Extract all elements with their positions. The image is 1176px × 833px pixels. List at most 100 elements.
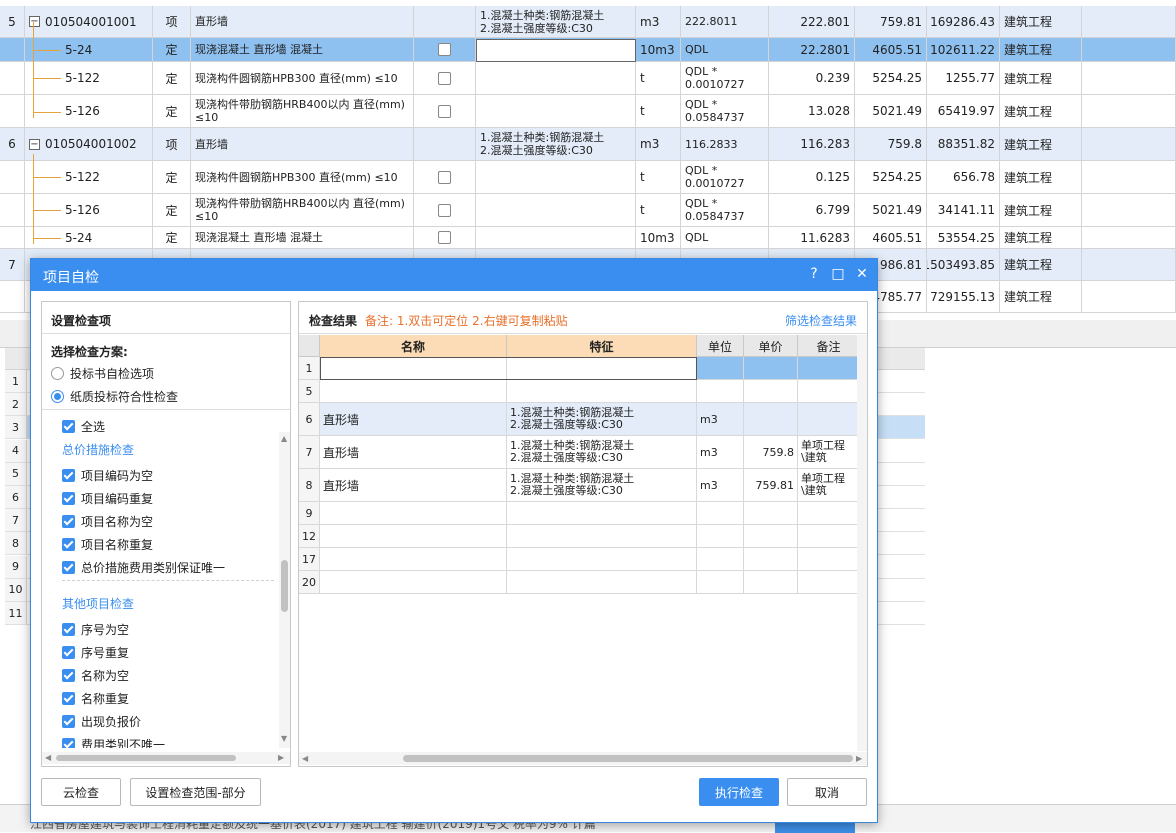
result-row[interactable]: 12 <box>299 525 861 548</box>
check-item-checkbox[interactable]: 名称为空 <box>62 667 129 684</box>
row-checkbox[interactable] <box>438 104 451 118</box>
result-name-cell[interactable] <box>320 548 507 570</box>
check-item-checkbox[interactable]: 项目编码为空 <box>62 467 153 484</box>
check-list-hscrollbar[interactable]: ◀ ▶ <box>42 752 290 764</box>
result-feature-cell[interactable]: 1.混凝土种类:钢筋混凝土 2.混凝土强度等级:C30 <box>507 436 697 468</box>
result-remark-cell[interactable]: 单项工程 \建筑 <box>798 469 860 501</box>
result-remark-cell[interactable] <box>798 403 860 435</box>
scroll-up-icon[interactable]: ▲ <box>281 434 287 443</box>
close-icon[interactable]: ✕ <box>853 265 871 283</box>
result-price-cell[interactable]: 759.81 <box>744 469 798 501</box>
check-item-checkbox[interactable]: 项目编码重复 <box>62 490 153 507</box>
scroll-thumb[interactable] <box>403 755 853 762</box>
result-unit-cell[interactable]: m3 <box>697 469 744 501</box>
result-price-cell[interactable] <box>744 357 798 379</box>
result-name-cell[interactable]: 直形墙 <box>320 403 507 435</box>
result-unit-cell[interactable] <box>697 357 744 379</box>
results-hscrollbar[interactable]: ◀ ▶ <box>299 752 867 765</box>
set-check-scope-button[interactable]: 设置检查范围-部分 <box>130 778 261 806</box>
result-row[interactable]: 6 直形墙 1.混凝土种类:钢筋混凝土 2.混凝土强度等级:C30 m3 <box>299 403 861 436</box>
col-header-feature[interactable]: 特征 <box>507 335 697 357</box>
result-feature-cell[interactable]: 1.混凝土种类:钢筋混凝土 2.混凝土强度等级:C30 <box>507 469 697 501</box>
scheme-radio-paper-compliance[interactable]: 纸质投标符合性检查 <box>51 388 178 405</box>
bill-row[interactable]: 5-122 定现浇构件圆钢筋HPB300 直径(mm) ≤10 t QDL * 0.0… <box>0 161 1176 194</box>
result-remark-cell[interactable] <box>798 548 860 570</box>
result-row[interactable]: 5 <box>299 380 861 403</box>
result-feature-cell[interactable] <box>507 380 697 402</box>
result-feature-cell[interactable] <box>507 548 697 570</box>
scheme-radio-bid-self-check[interactable]: 投标书自检选项 <box>51 365 154 382</box>
collapse-icon[interactable]: − <box>29 16 40 27</box>
scroll-thumb[interactable] <box>56 755 236 761</box>
result-price-cell[interactable] <box>744 403 798 435</box>
active-edit-cell[interactable] <box>476 39 636 62</box>
result-feature-cell[interactable]: 1.混凝土种类:钢筋混凝土 2.混凝土强度等级:C30 <box>507 403 697 435</box>
result-unit-cell[interactable]: m3 <box>697 403 744 435</box>
result-name-cell[interactable]: 直形墙 <box>320 436 507 468</box>
col-header-unit[interactable]: 单位 <box>697 335 744 357</box>
result-row[interactable]: 9 <box>299 502 861 525</box>
result-remark-cell[interactable]: 单项工程 \建筑 <box>798 436 860 468</box>
result-unit-cell[interactable] <box>697 502 744 524</box>
result-unit-cell[interactable] <box>697 548 744 570</box>
row-checkbox[interactable] <box>438 170 451 184</box>
cloud-check-button[interactable]: 云检查 <box>41 778 121 806</box>
scroll-left-icon[interactable]: ◀ <box>302 754 308 763</box>
col-header-remark[interactable]: 备注 <box>798 335 860 357</box>
scroll-right-icon[interactable]: ▶ <box>856 754 862 763</box>
col-header-name[interactable]: 名称 <box>320 335 507 357</box>
result-price-cell[interactable]: 759.8 <box>744 436 798 468</box>
bill-row[interactable]: 5-24 定现浇混凝土 直形墙 混凝土 10m3 QDL 11.6283 4605.51 5… <box>0 227 1176 249</box>
check-item-checkbox[interactable]: 序号重复 <box>62 644 129 661</box>
result-name-cell[interactable] <box>320 571 507 593</box>
results-vscrollbar[interactable] <box>857 335 867 751</box>
dialog-titlebar[interactable]: 项目自检 ? □ ✕ <box>31 259 877 291</box>
scroll-right-icon[interactable]: ▶ <box>278 753 284 762</box>
result-remark-cell[interactable] <box>798 380 860 402</box>
col-header-price[interactable]: 单价 <box>744 335 798 357</box>
bill-row[interactable]: 5-126 定现浇构件带肋钢筋HRB400以内 直径(mm) ≤10 t QDL * … <box>0 194 1176 227</box>
active-result-cell[interactable] <box>320 357 697 380</box>
bill-row[interactable]: 5−010504001001 项直形墙 1.混凝土种类:钢筋混凝土 2.混凝土强度等… <box>0 6 1176 38</box>
result-name-cell[interactable] <box>320 502 507 524</box>
result-price-cell[interactable] <box>744 380 798 402</box>
bill-row[interactable]: 5-126 定现浇构件带肋钢筋HRB400以内 直径(mm) ≤10 t QDL * … <box>0 95 1176 128</box>
result-remark-cell[interactable] <box>798 502 860 524</box>
result-price-cell[interactable] <box>744 548 798 570</box>
scroll-down-icon[interactable]: ▼ <box>281 734 287 743</box>
cancel-button[interactable]: 取消 <box>787 778 867 806</box>
result-remark-cell[interactable] <box>798 571 860 593</box>
scroll-thumb[interactable] <box>281 560 288 612</box>
help-icon[interactable]: ? <box>805 265 823 283</box>
result-remark-cell[interactable] <box>798 525 860 547</box>
result-feature-cell[interactable] <box>507 502 697 524</box>
result-price-cell[interactable] <box>744 571 798 593</box>
result-unit-cell[interactable]: m3 <box>697 436 744 468</box>
result-price-cell[interactable] <box>744 502 798 524</box>
check-item-checkbox[interactable]: 总价措施费用类别保证唯一 <box>62 559 225 576</box>
row-checkbox[interactable] <box>438 71 451 85</box>
result-unit-cell[interactable] <box>697 380 744 402</box>
result-name-cell[interactable]: 直形墙 <box>320 469 507 501</box>
result-unit-cell[interactable] <box>697 525 744 547</box>
result-feature-cell[interactable] <box>507 571 697 593</box>
result-price-cell[interactable] <box>744 525 798 547</box>
scroll-left-icon[interactable]: ◀ <box>45 753 51 762</box>
row-checkbox[interactable] <box>438 231 451 244</box>
bill-row[interactable]: 6−010504001002 项直形墙 1.混凝土种类:钢筋混凝土 2.混凝土强度等… <box>0 128 1176 161</box>
result-remark-cell[interactable] <box>798 357 860 379</box>
collapse-icon[interactable]: − <box>29 138 40 150</box>
filter-results-link[interactable]: 筛选检查结果 <box>785 312 857 329</box>
check-item-checkbox[interactable]: 费用类别不唯一 <box>62 736 165 748</box>
check-item-checkbox[interactable]: 项目名称为空 <box>62 513 153 530</box>
result-row[interactable]: 7 直形墙 1.混凝土种类:钢筋混凝土 2.混凝土强度等级:C30 m3 759.8 单项… <box>299 436 861 469</box>
row-checkbox[interactable] <box>438 43 451 56</box>
check-item-checkbox[interactable]: 序号为空 <box>62 621 129 638</box>
result-name-cell[interactable] <box>320 525 507 547</box>
run-check-button[interactable]: 执行检查 <box>699 778 779 806</box>
check-item-checkbox[interactable]: 出现负报价 <box>62 713 141 730</box>
row-checkbox[interactable] <box>438 203 451 217</box>
result-row[interactable]: 8 直形墙 1.混凝土种类:钢筋混凝土 2.混凝土强度等级:C30 m3 759.81 单… <box>299 469 861 502</box>
result-row[interactable]: 17 <box>299 548 861 571</box>
result-row[interactable]: 20 <box>299 571 861 594</box>
